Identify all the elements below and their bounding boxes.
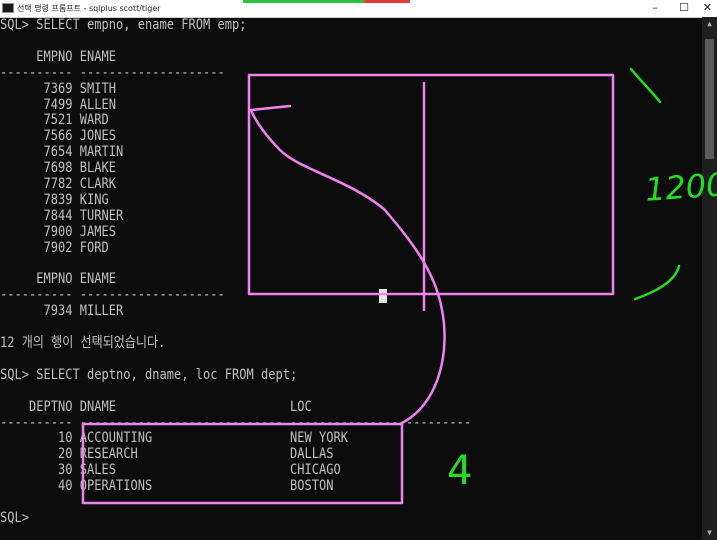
scroll-down-arrow-icon[interactable]: ▼	[702, 526, 717, 540]
console-line: DEPTNO DNAME LOC	[0, 398, 312, 415]
console-output[interactable]: SQL> SELECT empno, ename FROM emp; EMPNO…	[0, 17, 702, 540]
console-line: 7902 FORD	[0, 239, 109, 256]
close-icon: ✕	[702, 1, 713, 14]
window-title: 선택 명령 프롬프트 - sqlplus scott/tiger	[17, 4, 161, 13]
console-line: 7839 KING	[0, 191, 109, 208]
console-line: EMPNO ENAME	[0, 271, 116, 288]
title-bar[interactable]: 선택 명령 프롬프트 - sqlplus scott/tiger – ☐ ✕	[0, 0, 717, 18]
console-line: 7521 WARD	[0, 112, 109, 129]
minimize-button[interactable]: –	[641, 0, 669, 17]
console-line: 40 OPERATIONS BOSTON	[0, 478, 334, 495]
console-line: 7566 JONES	[0, 128, 116, 145]
close-button[interactable]: ✕	[698, 0, 717, 17]
console-line: 7654 MARTIN	[0, 144, 124, 161]
console-line: 7369 SMITH	[0, 80, 116, 97]
console-line: 7782 CLARK	[0, 176, 116, 192]
taskbar-highlight-red	[364, 0, 410, 3]
minimize-icon: –	[652, 1, 658, 14]
maximize-button[interactable]: ☐	[670, 0, 698, 17]
console-line: 30 SALES CHICAGO	[0, 462, 341, 479]
console-line: EMPNO ENAME	[0, 48, 116, 65]
scrollbar-thumb[interactable]	[705, 39, 714, 159]
console-line: 7900 JAMES	[0, 223, 116, 240]
console-line: ---------- --------------------	[0, 287, 225, 304]
console-line: 20 RESEARCH DALLAS	[0, 446, 334, 463]
console-line: SQL> SELECT deptno, dname, loc FROM dept…	[0, 366, 298, 383]
console-line: ---------- --------------------	[0, 64, 225, 81]
console-line: 12 개의 행이 선택되었습니다.	[0, 335, 166, 351]
console-line: SQL> SELECT empno, ename FROM emp;	[0, 17, 247, 33]
vertical-scrollbar[interactable]: ▲ ▼	[702, 17, 717, 540]
command-prompt-icon	[2, 3, 14, 13]
maximize-icon: ☐	[679, 1, 689, 14]
taskbar-highlight-green	[243, 0, 364, 3]
text-cursor	[379, 289, 387, 303]
console-line: 7499 ALLEN	[0, 96, 116, 113]
console-line: 7698 BLAKE	[0, 160, 116, 177]
console-line: SQL>	[0, 509, 29, 526]
annotation-1200: 1200	[643, 165, 717, 209]
console-line: 7844 TURNER	[0, 207, 124, 224]
console-line: 7934 MILLER	[0, 303, 124, 320]
scroll-up-arrow-icon[interactable]: ▲	[702, 17, 717, 31]
console-line: ---------- ---------------------------- …	[0, 414, 472, 431]
annotation-4: 4	[447, 448, 473, 494]
console-line: 10 ACCOUNTING NEW YORK	[0, 430, 348, 447]
